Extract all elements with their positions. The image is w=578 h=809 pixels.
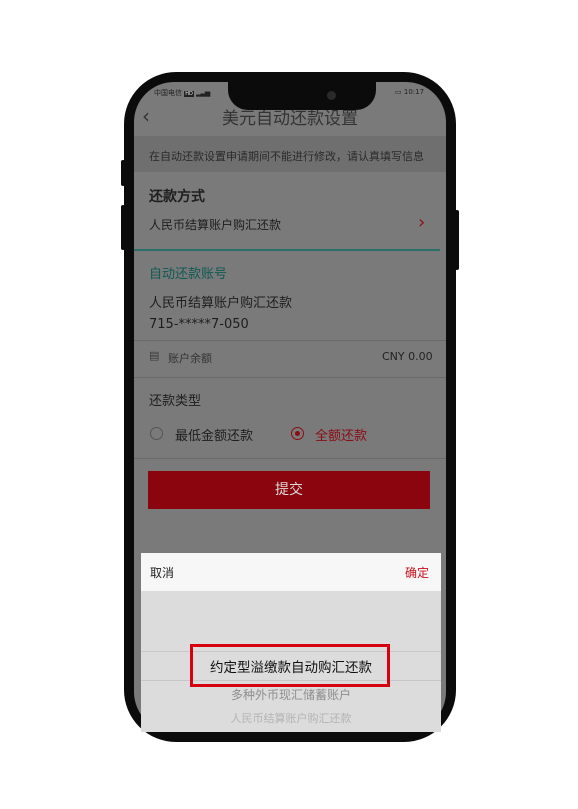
divider — [134, 377, 446, 378]
balance-label: 账户余额 — [168, 352, 212, 365]
repayment-method-title: 还款方式 — [149, 189, 205, 205]
account-type: 人民币结算账户购汇还款 — [149, 296, 293, 311]
auto-account-title: 自动还款账号 — [149, 267, 228, 282]
option-label: 最低金额还款 — [175, 429, 254, 444]
divider — [134, 458, 446, 459]
divider — [134, 340, 446, 341]
status-time: ▭ 10:17 — [395, 88, 425, 96]
picker-option[interactable]: 人民币结算账户购汇还款 — [141, 710, 441, 726]
highlight-box — [190, 644, 390, 687]
picker-option[interactable]: 多种外币现汇储蓄账户 — [141, 686, 441, 703]
cancel-button[interactable]: 取消 — [150, 564, 174, 581]
wallet-icon: ▤ — [149, 349, 160, 362]
repayment-type-title: 还款类型 — [149, 394, 202, 409]
phone-notch — [228, 74, 376, 110]
hd-badge: HD — [184, 91, 194, 97]
camera-icon — [327, 91, 336, 100]
confirm-button[interactable]: 确定 — [405, 564, 429, 581]
submit-button[interactable]: 提交 — [148, 471, 430, 509]
chevron-right-icon: › — [418, 212, 426, 233]
radio-selected-icon — [291, 427, 304, 440]
notice-banner: 在自动还款设置申请期间不能进行修改，请认真填写信息 — [134, 136, 446, 172]
account-number: 715-*****7-050 — [149, 317, 249, 332]
radio-unselected-icon — [150, 427, 163, 440]
status-carrier: 中国电信 HD ▂▃▅ — [154, 89, 210, 97]
option-label: 全额还款 — [315, 429, 368, 444]
repayment-method-selector[interactable]: 人民币结算账户购汇还款 — [134, 208, 446, 240]
picker-toolbar: 取消 确定 — [141, 553, 441, 591]
phone-side-button — [455, 210, 459, 270]
active-divider — [134, 249, 440, 251]
repayment-method-value: 人民币结算账户购汇还款 — [149, 218, 282, 232]
phone-side-button — [121, 160, 125, 186]
option-full-repayment[interactable]: 全额还款 — [289, 422, 399, 444]
battery-icon: ▭ — [395, 88, 402, 96]
balance-value: CNY 0.00 — [382, 350, 433, 363]
notice-text: 在自动还款设置申请期间不能进行修改，请认真填写信息 — [149, 150, 424, 163]
option-minimum-repayment[interactable]: 最低金额还款 — [148, 422, 268, 444]
signal-icon: ▂▃▅ — [196, 89, 210, 97]
phone-side-button — [121, 205, 125, 250]
